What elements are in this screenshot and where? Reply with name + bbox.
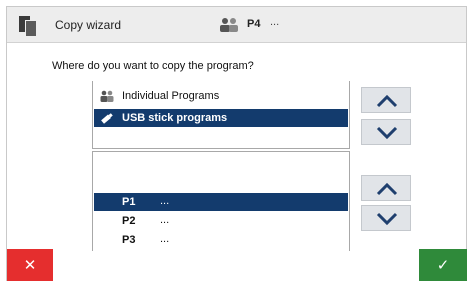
slot-label: P3 <box>122 234 136 246</box>
cancel-button[interactable]: ✕ <box>7 249 53 281</box>
slot-label: P2 <box>122 215 136 227</box>
copy-question: Where do you want to copy the program? <box>52 60 254 72</box>
usb-stick-icon <box>101 113 113 124</box>
check-icon: ✓ <box>436 256 450 274</box>
people-icon <box>100 90 114 102</box>
slot-label: P1 <box>122 196 136 208</box>
slot-item-p2[interactable]: P2 ... <box>94 212 348 230</box>
chevron-down-icon <box>376 212 398 226</box>
copy-icon <box>19 16 37 36</box>
page-title: Copy wizard <box>55 18 122 32</box>
destination-item-usb-stick[interactable]: USB stick programs <box>94 109 348 127</box>
confirm-button[interactable]: ✓ <box>419 249 467 281</box>
title-bar: Copy wizard P4 ... <box>7 7 466 43</box>
current-program-more: ... <box>270 16 280 28</box>
slot-item-p1[interactable]: P1 ... <box>94 193 348 211</box>
chevron-up-icon <box>376 94 398 108</box>
destination-label: USB stick programs <box>122 112 228 124</box>
close-icon: ✕ <box>23 256 37 274</box>
slot-scroll-up-button[interactable] <box>361 175 411 201</box>
chevron-up-icon <box>376 182 398 196</box>
destination-list[interactable]: Individual Programs USB stick programs <box>92 81 350 149</box>
current-program-name: P4 <box>247 18 261 30</box>
slot-value: ... <box>160 195 170 207</box>
destination-label: Individual Programs <box>122 90 220 102</box>
slot-value: ... <box>160 233 170 245</box>
chevron-down-icon <box>376 126 398 140</box>
destination-item-individual-programs[interactable]: Individual Programs <box>94 87 348 105</box>
slot-scroll-down-button[interactable] <box>361 205 411 231</box>
program-slot-list[interactable]: P1 ... P2 ... P3 ... <box>92 151 350 251</box>
destination-scroll-down-button[interactable] <box>361 119 411 145</box>
program-people-icon <box>220 18 238 32</box>
destination-scroll-up-button[interactable] <box>361 87 411 113</box>
slot-item-p3[interactable]: P3 ... <box>94 231 348 249</box>
slot-value: ... <box>160 214 170 226</box>
copy-wizard-screen: Copy wizard P4 ... Where do you want to … <box>6 6 467 281</box>
